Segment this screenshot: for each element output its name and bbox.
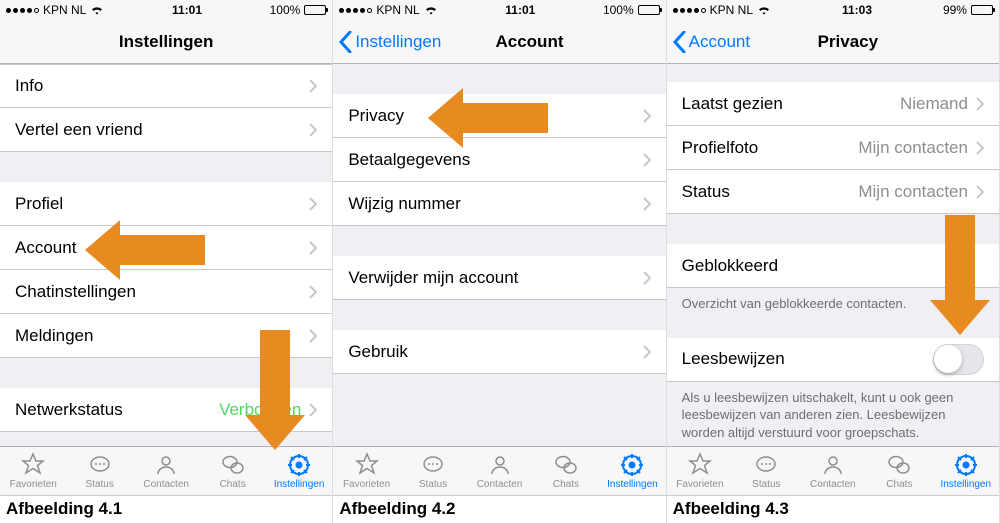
row-info[interactable]: Info	[0, 64, 332, 108]
tab-favorieten[interactable]: Favorieten	[333, 447, 399, 495]
row-privacy[interactable]: Privacy	[333, 94, 665, 138]
screen-privacy: KPN NL 11:03 99% Account Privacy Laatst …	[667, 0, 1000, 523]
chevron-right-icon	[976, 97, 984, 111]
tab-bar: Favorieten Status Contacten Chats Instel…	[333, 446, 665, 495]
readreceipts-footer: Als u leesbewijzen uitschakelt, kunt u o…	[667, 382, 999, 446]
chevron-right-icon	[643, 153, 651, 167]
nav-bar: Account Privacy	[667, 20, 999, 64]
privacy-list[interactable]: Laatst gezienNiemand ProfielfotoMijn con…	[667, 64, 999, 446]
chevron-right-icon	[309, 403, 317, 417]
battery-pct-label: 100%	[270, 3, 301, 17]
row-profielfoto[interactable]: ProfielfotoMijn contacten	[667, 126, 999, 170]
account-list[interactable]: Privacy Betaalgegevens Wijzig nummer Ver…	[333, 64, 665, 446]
figure-caption: Afbeelding 4.2	[333, 495, 665, 523]
read-receipts-toggle[interactable]	[933, 344, 984, 375]
nav-bar: Instellingen Account	[333, 20, 665, 64]
clock-label: 11:03	[842, 3, 872, 17]
tab-bar: Favorieten Status Contacten Chats Instel…	[0, 446, 332, 495]
tab-instellingen[interactable]: Instellingen	[933, 447, 999, 495]
settings-list[interactable]: Info Vertel een vriend Profiel Account C…	[0, 64, 332, 446]
row-netwerkstatus[interactable]: NetwerkstatusVerbonden	[0, 388, 332, 432]
tab-status[interactable]: Status	[733, 447, 799, 495]
chevron-right-icon	[309, 197, 317, 211]
battery-pct-label: 100%	[603, 3, 634, 17]
nav-title: Instellingen	[0, 32, 332, 52]
chevron-right-icon	[643, 197, 651, 211]
row-profiel[interactable]: Profiel	[0, 182, 332, 226]
row-verwijder-account[interactable]: Verwijder mijn account	[333, 256, 665, 300]
signal-dots-icon	[673, 8, 706, 13]
chevron-right-icon	[309, 79, 317, 93]
tab-chats[interactable]: Chats	[533, 447, 599, 495]
screen-account: KPN NL 11:01 100% Instellingen Account P…	[333, 0, 666, 523]
figure-caption: Afbeelding 4.3	[667, 495, 999, 523]
figure-caption: Afbeelding 4.1	[0, 495, 332, 523]
row-gebruik[interactable]: Gebruik	[333, 330, 665, 374]
nav-bar: Instellingen	[0, 20, 332, 64]
battery-icon	[304, 5, 326, 15]
carrier-label: KPN NL	[710, 3, 753, 17]
tab-contacten[interactable]: Contacten	[133, 447, 199, 495]
status-bar: KPN NL 11:03 99%	[667, 0, 999, 20]
tab-instellingen[interactable]: Instellingen	[599, 447, 665, 495]
tab-bar: Favorieten Status Contacten Chats Instel…	[667, 446, 999, 495]
chevron-right-icon	[309, 285, 317, 299]
back-button[interactable]: Account	[673, 31, 750, 53]
battery-icon	[971, 5, 993, 15]
chevron-right-icon	[643, 271, 651, 285]
carrier-label: KPN NL	[43, 3, 86, 17]
blocked-footer: Overzicht van geblokkeerde contacten.	[667, 288, 999, 320]
network-status-value: Verbonden	[219, 400, 301, 420]
tab-chats[interactable]: Chats	[866, 447, 932, 495]
tab-contacten[interactable]: Contacten	[800, 447, 866, 495]
row-chatinstellingen[interactable]: Chatinstellingen	[0, 270, 332, 314]
back-button[interactable]: Instellingen	[339, 31, 441, 53]
chevron-right-icon	[643, 109, 651, 123]
status-bar: KPN NL 11:01 100%	[0, 0, 332, 20]
wifi-icon	[757, 5, 771, 15]
status-bar: KPN NL 11:01 100%	[333, 0, 665, 20]
tab-status[interactable]: Status	[66, 447, 132, 495]
tab-favorieten[interactable]: Favorieten	[0, 447, 66, 495]
wifi-icon	[90, 5, 104, 15]
row-account[interactable]: Account	[0, 226, 332, 270]
clock-label: 11:01	[505, 3, 535, 17]
row-geblokkeerd[interactable]: Geblokkeerd	[667, 244, 999, 288]
chevron-right-icon	[309, 329, 317, 343]
chevron-right-icon	[976, 185, 984, 199]
tab-status[interactable]: Status	[400, 447, 466, 495]
chevron-right-icon	[643, 345, 651, 359]
tab-favorieten[interactable]: Favorieten	[667, 447, 733, 495]
tab-contacten[interactable]: Contacten	[466, 447, 532, 495]
carrier-label: KPN NL	[376, 3, 419, 17]
wifi-icon	[424, 5, 438, 15]
screen-instellingen: KPN NL 11:01 100% Instellingen Info Vert…	[0, 0, 333, 523]
chevron-right-icon	[309, 241, 317, 255]
row-status[interactable]: StatusMijn contacten	[667, 170, 999, 214]
row-laatst-gezien[interactable]: Laatst gezienNiemand	[667, 82, 999, 126]
row-meldingen[interactable]: Meldingen	[0, 314, 332, 358]
chevron-right-icon	[309, 123, 317, 137]
battery-pct-label: 99%	[943, 3, 967, 17]
row-leesbewijzen: Leesbewijzen	[667, 338, 999, 382]
battery-icon	[638, 5, 660, 15]
chevron-right-icon	[976, 141, 984, 155]
chevron-left-icon	[673, 31, 686, 53]
chevron-left-icon	[339, 31, 352, 53]
signal-dots-icon	[339, 8, 372, 13]
tab-chats[interactable]: Chats	[199, 447, 265, 495]
clock-label: 11:01	[172, 3, 202, 17]
row-tell-a-friend[interactable]: Vertel een vriend	[0, 108, 332, 152]
tab-instellingen[interactable]: Instellingen	[266, 447, 332, 495]
row-wijzig-nummer[interactable]: Wijzig nummer	[333, 182, 665, 226]
signal-dots-icon	[6, 8, 39, 13]
row-betaalgegevens[interactable]: Betaalgegevens	[333, 138, 665, 182]
